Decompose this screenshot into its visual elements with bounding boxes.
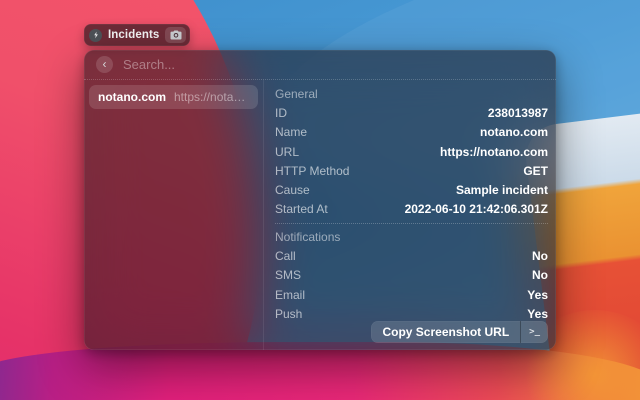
incidents-pill[interactable]: Incidents <box>84 24 190 46</box>
detail-row-id: ID 238013987 <box>275 103 548 122</box>
back-button[interactable]: ‹ <box>96 56 113 73</box>
section-header-general: General <box>275 84 548 103</box>
camera-icon[interactable] <box>165 27 186 43</box>
raycast-window: ‹ notano.com https://notano.com General … <box>84 50 556 350</box>
detail-value: Yes <box>527 288 548 302</box>
detail-row-cause: Cause Sample incident <box>275 180 548 199</box>
detail-value: 238013987 <box>488 106 548 120</box>
detail-value: 2022-06-10 21:42:06.301Z <box>405 202 548 216</box>
copy-screenshot-url-button[interactable]: Copy Screenshot URL >_ <box>371 321 548 343</box>
detail-label: URL <box>275 145 299 159</box>
detail-value: No <box>532 268 548 282</box>
detail-row-email: Email Yes <box>275 285 548 304</box>
detail-value: https://notano.com <box>440 145 548 159</box>
window-content: notano.com https://notano.com General ID… <box>84 80 556 350</box>
detail-label: Name <box>275 125 307 139</box>
section-divider <box>275 223 548 224</box>
list-item-url: https://notano.com <box>174 90 249 104</box>
detail-label: Started At <box>275 202 328 216</box>
detail-row-name: Name notano.com <box>275 123 548 142</box>
detail-row-call: Call No <box>275 246 548 265</box>
detail-label: Push <box>275 307 302 321</box>
detail-label: Call <box>275 249 296 263</box>
list-item-name: notano.com <box>98 90 166 104</box>
detail-value: Sample incident <box>456 183 548 197</box>
detail-label: ID <box>275 106 287 120</box>
detail-row-url: URL https://notano.com <box>275 142 548 161</box>
detail-panel: General ID 238013987 Name notano.com URL… <box>264 80 556 350</box>
detail-label: Cause <box>275 183 310 197</box>
copy-screenshot-url-label: Copy Screenshot URL <box>371 321 520 343</box>
incidents-icon <box>89 29 102 42</box>
section-header-notifications: Notifications <box>275 227 548 246</box>
detail-label: HTTP Method <box>275 164 349 178</box>
detail-value: Yes <box>527 307 548 321</box>
list-item[interactable]: notano.com https://notano.com <box>89 85 258 109</box>
detail-value: notano.com <box>480 125 548 139</box>
detail-row-sms: SMS No <box>275 266 548 285</box>
detail-label: Email <box>275 288 305 302</box>
detail-label: SMS <box>275 268 301 282</box>
detail-value: GET <box>523 164 548 178</box>
detail-row-http-method: HTTP Method GET <box>275 161 548 180</box>
search-input[interactable] <box>123 57 544 72</box>
incident-list: notano.com https://notano.com <box>84 80 263 350</box>
key-hint-icon: >_ <box>521 321 548 343</box>
incidents-pill-label: Incidents <box>108 29 159 41</box>
chevron-left-icon: ‹ <box>103 58 107 70</box>
detail-row-started-at: Started At 2022-06-10 21:42:06.301Z <box>275 200 548 219</box>
detail-value: No <box>532 249 548 263</box>
search-bar: ‹ <box>84 50 556 80</box>
